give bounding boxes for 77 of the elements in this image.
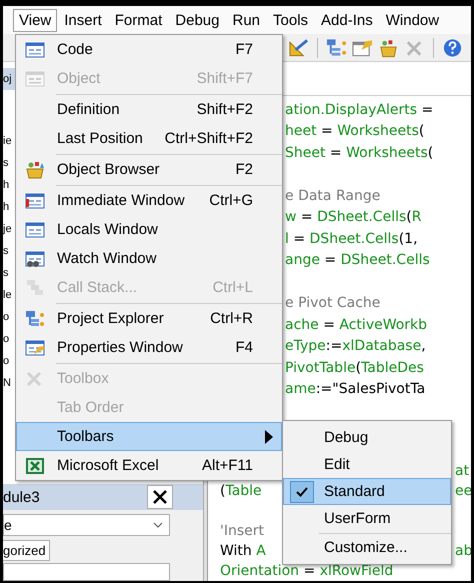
tree-item[interactable]: s — [3, 268, 8, 278]
menu-item[interactable]: Properties Window F4 — [16, 333, 282, 362]
stack-icon — [25, 278, 45, 296]
tree-item[interactable]: o — [3, 312, 10, 322]
code-text: ange = DSheet.Cells — [285, 252, 430, 268]
menu-item[interactable]: Definition Shift+F2 — [16, 95, 282, 124]
code-text: With A — [220, 543, 266, 559]
code-text: Sheet = Worksheets( — [285, 144, 434, 161]
code-text: l = DSheet.Cells(1, — [285, 230, 418, 247]
chevron-icon — [153, 522, 163, 528]
menu-item[interactable]: Immediate Window Ctrl+G — [16, 186, 282, 215]
window-icon — [25, 338, 45, 356]
menu-item[interactable]: UserForm — [283, 505, 451, 532]
code-text: w = DSheet.Cells(R — [285, 209, 422, 226]
window-icon — [25, 70, 45, 88]
tree-item[interactable]: je — [3, 224, 12, 234]
tab[interactable]: gorized — [3, 540, 50, 561]
menu-bar-item[interactable]: Run — [226, 8, 266, 32]
spreadsheet-icon — [25, 456, 45, 474]
menu-item[interactable]: Last Position Ctrl+Shift+F2 — [16, 124, 282, 153]
close-icon — [153, 490, 167, 504]
menu-item[interactable]: Toolbars — [16, 422, 282, 451]
menu-item[interactable]: Edit — [283, 451, 451, 478]
menu-bar-item[interactable]: Format — [108, 8, 168, 32]
menu-item[interactable]: Microsoft Excel Alt+F11 — [16, 451, 282, 480]
pane-title: oj — [3, 74, 12, 84]
pane-title: dule3 — [3, 488, 40, 506]
window-icon — [25, 220, 45, 238]
menu-item[interactable]: Standard — [283, 478, 451, 505]
window-icon[interactable] — [352, 38, 373, 58]
window-icon — [25, 192, 45, 210]
code-text: ation.DisplayAlerts = — [285, 102, 434, 118]
tree-icon — [25, 310, 45, 328]
tree-item[interactable]: ie — [3, 136, 12, 146]
submenu-arrow-icon — [265, 430, 273, 444]
menu-bar-item[interactable]: Debug — [169, 8, 226, 32]
tree-item[interactable]: le — [3, 290, 12, 300]
window-icon — [25, 40, 45, 58]
tree-item[interactable]: o — [3, 356, 10, 366]
menu-bar-item[interactable]: View — [13, 8, 58, 32]
menu-item[interactable]: Debug — [283, 424, 451, 451]
tree-item[interactable]: h — [3, 202, 10, 212]
menu-item[interactable]: Customize... — [283, 534, 451, 561]
code-text: PivotTable(TableDes — [285, 360, 424, 376]
menu-item[interactable]: Object Browser F2 — [16, 155, 282, 184]
tree-item[interactable]: s — [3, 246, 8, 256]
code-text: ame:="SalesPivotTa — [285, 381, 426, 398]
menu-item[interactable]: Code F7 — [16, 35, 282, 64]
code-text: (Table — [220, 483, 262, 499]
code-text: ee — [455, 483, 471, 499]
ruler-icon[interactable] — [288, 38, 309, 58]
menu-bar-item[interactable]: Tools — [267, 8, 314, 32]
code-text: heet = Worksheets( — [285, 123, 424, 140]
menu-bar-item[interactable]: Insert — [58, 8, 108, 32]
help-icon[interactable] — [442, 38, 463, 58]
tree-item[interactable]: o — [3, 334, 10, 344]
object-dropdown[interactable]: e — [3, 514, 170, 536]
menu-bar-item[interactable]: Window — [380, 8, 446, 32]
tree-item[interactable]: N — [3, 378, 11, 388]
menu-bar-item[interactable]: Add-Ins — [315, 8, 379, 32]
close-button[interactable] — [147, 485, 173, 509]
code-text: e Data Range — [285, 188, 380, 204]
code-text: e Pivot Cache — [285, 295, 380, 312]
tree-item[interactable]: h — [3, 180, 10, 190]
window-icon — [25, 250, 45, 268]
code-text: at — [455, 463, 470, 479]
code-text: ache = ActiveWorkb — [285, 316, 428, 333]
menu-item[interactable]: Project Explorer Ctrl+R — [16, 304, 282, 333]
code-text: 'Insert — [220, 523, 264, 539]
menu-item[interactable]: Watch Window — [16, 244, 282, 273]
box-icon[interactable] — [378, 38, 399, 58]
code-text: eType:=xlDatabase, — [285, 338, 426, 354]
tree-icon[interactable] — [326, 38, 347, 58]
box-icon — [25, 160, 45, 178]
code-text: Orientation = xlRowField — [220, 563, 394, 579]
menu-item[interactable]: Locals Window — [16, 215, 282, 244]
tree-item[interactable]: s — [3, 158, 8, 168]
